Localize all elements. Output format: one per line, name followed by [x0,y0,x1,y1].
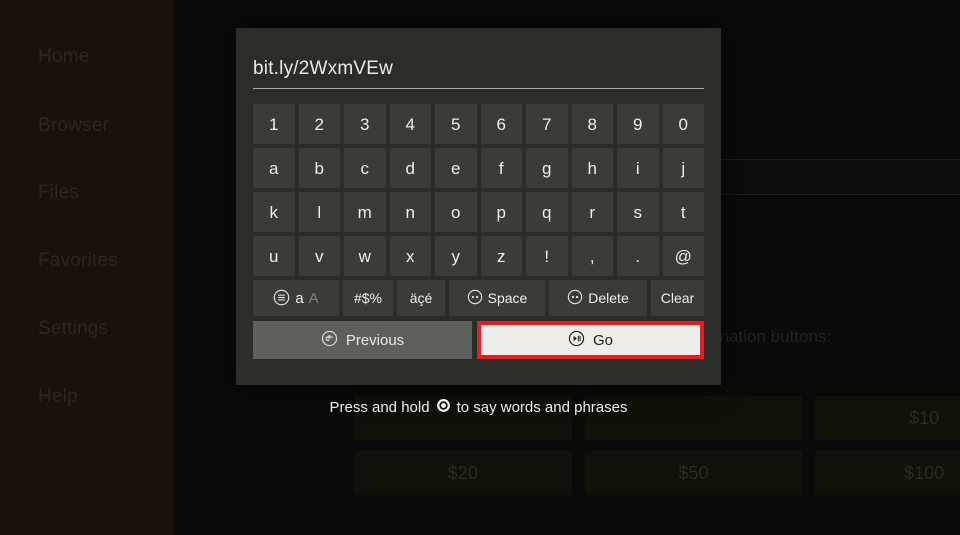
key-w[interactable]: w [344,236,386,276]
voice-input-hint: Press and hold to say words and phrases [236,398,721,417]
key-delete[interactable]: Delete [549,280,647,316]
key-f[interactable]: f [480,148,522,188]
donation-button[interactable]: $10 [815,396,960,440]
key-5[interactable]: 5 [435,104,477,144]
previous-button[interactable]: Previous [253,321,472,359]
keyboard-row-k-t: k l m n o p q r s t [253,192,704,232]
forward-circle-icon [567,289,583,307]
key-v[interactable]: v [298,236,340,276]
tv-browser-screen: Home Browser Files Favorites Settings He… [0,0,960,535]
keyboard-keys: 1 2 3 4 5 6 7 8 9 0 a b c d e f g h i j … [253,104,704,363]
key-j[interactable]: j [662,148,704,188]
key-8[interactable]: 8 [571,104,613,144]
case-lower-label: a [295,289,304,307]
key-u[interactable]: u [253,236,295,276]
key-z[interactable]: z [480,236,522,276]
key-h[interactable]: h [571,148,613,188]
key-d[interactable]: d [389,148,431,188]
sidebar-nav: Home Browser Files Favorites Settings He… [0,0,173,535]
key-delete-label: Delete [588,290,629,306]
menu-circle-icon [273,289,290,308]
sidebar-item-favorites[interactable]: Favorites [38,250,118,272]
donation-button[interactable]: $50 [584,451,803,495]
sidebar-item-files[interactable]: Files [38,182,79,204]
key-3[interactable]: 3 [344,104,386,144]
voice-hint-after: to say words and phrases [456,399,628,416]
key-b[interactable]: b [298,148,340,188]
case-upper-label: A [308,289,319,307]
key-g[interactable]: g [526,148,568,188]
sidebar-item-help[interactable]: Help [38,386,78,408]
keyboard-row-a-j: a b c d e f g h i j [253,148,704,188]
key-s[interactable]: s [617,192,659,232]
key-r[interactable]: r [571,192,613,232]
key-6[interactable]: 6 [480,104,522,144]
rewind-circle-icon [467,289,483,307]
keyboard-row-functions: aA #$% äçé Space Delete Clear [253,280,704,316]
key-7[interactable]: 7 [526,104,568,144]
onscreen-keyboard-dialog: bit.ly/2WxmVEw 1 2 3 4 5 6 7 8 9 0 a b c… [236,28,721,385]
donation-button[interactable]: $20 [354,451,572,495]
key-symbols[interactable]: #$% [343,280,393,316]
key-x[interactable]: x [389,236,431,276]
key-space[interactable]: Space [449,280,545,316]
sidebar-item-settings[interactable]: Settings [38,318,108,340]
key-y[interactable]: y [435,236,477,276]
key-l[interactable]: l [298,192,340,232]
key-q[interactable]: q [526,192,568,232]
key-a[interactable]: a [253,148,295,188]
go-button[interactable]: Go [477,321,704,359]
key-n[interactable]: n [389,192,431,232]
key-at[interactable]: @ [662,236,704,276]
key-t[interactable]: t [662,192,704,232]
key-2[interactable]: 2 [298,104,340,144]
go-button-label: Go [592,331,613,349]
key-9[interactable]: 9 [617,104,659,144]
key-exclaim[interactable]: ! [526,236,568,276]
sidebar-item-home[interactable]: Home [38,46,89,68]
key-period[interactable]: . [617,236,659,276]
key-p[interactable]: p [480,192,522,232]
voice-hint-before: Press and hold [329,399,430,416]
key-c[interactable]: c [344,148,386,188]
previous-button-label: Previous [345,331,405,349]
play-pause-circle-icon [568,330,585,351]
key-comma[interactable]: , [571,236,613,276]
key-k[interactable]: k [253,192,295,232]
key-i[interactable]: i [617,148,659,188]
key-toggle-case[interactable]: aA [253,280,339,316]
background-url-input[interactable] [693,159,960,195]
key-m[interactable]: m [344,192,386,232]
keyboard-row-digits: 1 2 3 4 5 6 7 8 9 0 [253,104,704,144]
key-1[interactable]: 1 [253,104,295,144]
url-text-input[interactable]: bit.ly/2WxmVEw [253,53,704,89]
back-circle-icon [321,330,338,351]
key-space-label: Space [487,290,528,306]
key-accents[interactable]: äçé [397,280,445,316]
keyboard-action-row: Previous Go [253,321,704,359]
key-o[interactable]: o [435,192,477,232]
key-4[interactable]: 4 [389,104,431,144]
sidebar-item-browser[interactable]: Browser [38,115,109,137]
key-e[interactable]: e [435,148,477,188]
voice-button-icon [436,398,451,417]
key-clear[interactable]: Clear [651,280,704,316]
key-0[interactable]: 0 [662,104,704,144]
donation-button[interactable]: $100 [815,451,960,495]
keyboard-row-u-at: u v w x y z ! , . @ [253,236,704,276]
